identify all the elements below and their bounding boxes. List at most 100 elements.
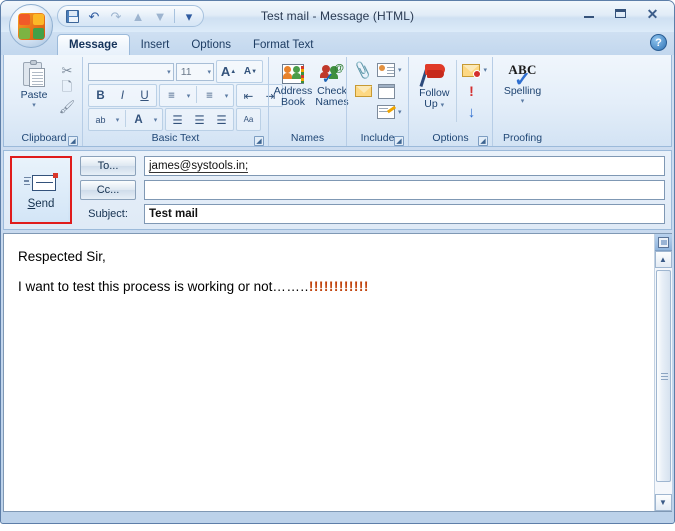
- undo-icon[interactable]: ↶: [84, 7, 104, 25]
- redo-icon[interactable]: ↷: [106, 7, 126, 25]
- body-paragraph-2-text: I want to test this process is working o…: [18, 278, 273, 294]
- tab-format-text[interactable]: Format Text: [242, 34, 325, 55]
- shrink-font-icon[interactable]: A ▼: [240, 62, 261, 81]
- to-button-label: To...: [97, 160, 119, 172]
- body-vertical-scrollbar[interactable]: ▲ ▼: [654, 234, 672, 511]
- paste-caret-icon[interactable]: ▾: [32, 101, 36, 109]
- underline-button[interactable]: U: [134, 86, 155, 105]
- attach-file-icon[interactable]: 📎: [352, 60, 374, 80]
- font-name-combo[interactable]: ▾: [88, 62, 174, 81]
- office-button[interactable]: [9, 4, 53, 48]
- minimize-icon: [583, 15, 594, 18]
- font-color-icon[interactable]: A: [128, 110, 149, 129]
- spelling-icon: ABC ✓: [508, 62, 536, 90]
- scroll-down-button[interactable]: ▼: [654, 494, 672, 511]
- ribbon-group-options: Follow Up ▾ ▾ ! ↓ Options ◢: [408, 57, 492, 146]
- to-button[interactable]: To...: [80, 156, 136, 176]
- calendar-icon[interactable]: [375, 81, 397, 101]
- numbering-icon[interactable]: ≡: [199, 86, 220, 105]
- subject-value: Test mail: [149, 208, 198, 220]
- cc-button[interactable]: Cc...: [80, 180, 136, 200]
- highlight-caret-icon[interactable]: ▾: [112, 110, 123, 129]
- ribbon: Paste ▾ ✂ 🗋 🖌 Clipboard ◢ ▾ 11 ▾ A ▲ A ▼…: [3, 55, 672, 147]
- include-dialog-launcher[interactable]: ◢: [394, 136, 404, 146]
- body-paragraph-2-dots: ……..: [272, 278, 309, 294]
- subject-input[interactable]: Test mail: [144, 204, 665, 224]
- spelling-button[interactable]: ABC ✓ Spelling ▾: [498, 60, 547, 107]
- signature-icon[interactable]: [375, 102, 397, 122]
- tab-insert[interactable]: Insert: [130, 34, 181, 55]
- message-body-input[interactable]: Respected Sir, I want to test this proce…: [4, 234, 654, 511]
- close-button[interactable]: ✕: [637, 3, 668, 24]
- scrollbar-thumb[interactable]: [655, 270, 671, 482]
- tab-options[interactable]: Options: [180, 34, 242, 55]
- options-dialog-launcher[interactable]: ◢: [478, 136, 488, 146]
- send-button-highlight: Send: [10, 156, 72, 224]
- subject-row: Subject: Test mail: [80, 204, 665, 224]
- copy-icon[interactable]: 🗋: [57, 79, 77, 97]
- address-book-button[interactable]: Address Book: [274, 60, 312, 110]
- tab-insert-label: Insert: [140, 38, 170, 51]
- font-color-caret-icon[interactable]: ▾: [150, 110, 161, 129]
- help-icon[interactable]: ?: [650, 34, 667, 51]
- address-fields: To... james@systools.in; Cc... Subject: …: [72, 156, 665, 224]
- basic-text-dialog-launcher[interactable]: ◢: [254, 136, 264, 146]
- send-label-rest: end: [35, 197, 55, 210]
- select-browse-object-button[interactable]: [654, 234, 672, 251]
- paste-button[interactable]: Paste ▾: [11, 60, 57, 109]
- signature-caret-icon[interactable]: ▾: [398, 108, 402, 116]
- save-icon[interactable]: [62, 7, 82, 25]
- bullets-caret-icon[interactable]: ▾: [183, 86, 194, 105]
- send-button[interactable]: Send: [14, 160, 68, 220]
- clipboard-dialog-launcher[interactable]: ◢: [68, 136, 78, 146]
- scrollbar-track[interactable]: [654, 268, 672, 494]
- cc-input[interactable]: [144, 180, 665, 200]
- address-book-label-2: Book: [281, 96, 305, 108]
- align-right-icon[interactable]: ☰: [211, 110, 232, 129]
- business-card-caret-icon[interactable]: ▾: [398, 66, 402, 74]
- ribbon-group-basic-text: ▾ 11 ▾ A ▲ A ▼ B I U ≡ ▾ ≡ ▾ ⇤ ⇥ ab ▾ A …: [82, 57, 283, 146]
- italic-button[interactable]: I: [112, 86, 133, 105]
- text-highlight-icon[interactable]: ab: [90, 110, 111, 129]
- next-item-icon[interactable]: ▼: [150, 7, 170, 25]
- business-card-icon[interactable]: [375, 60, 397, 80]
- format-painter-icon[interactable]: 🖌: [57, 98, 77, 115]
- follow-up-label-2-text: Up: [424, 98, 438, 110]
- to-input[interactable]: james@systools.in;: [144, 156, 665, 176]
- numbering-caret-icon[interactable]: ▾: [221, 86, 232, 105]
- align-center-icon[interactable]: ☰: [189, 110, 210, 129]
- follow-up-button[interactable]: Follow Up ▾: [414, 60, 454, 113]
- font-size-combo[interactable]: 11 ▾: [175, 62, 214, 81]
- high-importance-icon[interactable]: !: [460, 81, 482, 101]
- to-value: james@systools.in;: [149, 159, 249, 173]
- follow-up-caret-icon[interactable]: ▾: [441, 102, 445, 109]
- previous-item-icon[interactable]: ▲: [128, 7, 148, 25]
- chevron-down-icon[interactable]: ▾: [179, 7, 199, 25]
- paste-icon: [20, 60, 48, 90]
- bold-button[interactable]: B: [90, 86, 111, 105]
- ribbon-tabs: Message Insert Options Format Text ?: [1, 32, 674, 55]
- grow-font-icon[interactable]: A ▲: [218, 62, 239, 81]
- decrease-indent-icon[interactable]: ⇤: [238, 86, 259, 105]
- maximize-button[interactable]: [605, 3, 636, 24]
- cut-icon[interactable]: ✂: [57, 62, 77, 79]
- scroll-down-icon: ▼: [659, 498, 667, 507]
- spelling-caret-icon[interactable]: ▾: [521, 97, 525, 105]
- clipboard-label-text: Clipboard: [21, 132, 67, 144]
- scroll-up-button[interactable]: ▲: [654, 251, 672, 268]
- check-names-label-2: Names: [315, 96, 349, 108]
- attach-item-icon[interactable]: [352, 81, 374, 101]
- permission-icon[interactable]: [460, 60, 482, 80]
- tab-message[interactable]: Message: [57, 34, 130, 55]
- permission-caret-icon[interactable]: ▾: [483, 66, 487, 74]
- low-importance-icon[interactable]: ↓: [460, 102, 482, 122]
- scroll-up-icon: ▲: [659, 255, 667, 264]
- message-header: Send To... james@systools.in; Cc... Subj…: [3, 150, 672, 230]
- bullets-icon[interactable]: ≡: [161, 86, 182, 105]
- follow-up-flag-icon: [419, 62, 449, 88]
- close-icon: ✕: [646, 5, 659, 22]
- clear-formatting-icon[interactable]: Aa: [238, 110, 259, 129]
- minimize-button[interactable]: [573, 3, 604, 24]
- align-left-icon[interactable]: ☰: [167, 110, 188, 129]
- include-group-label: Include ◢: [350, 132, 405, 146]
